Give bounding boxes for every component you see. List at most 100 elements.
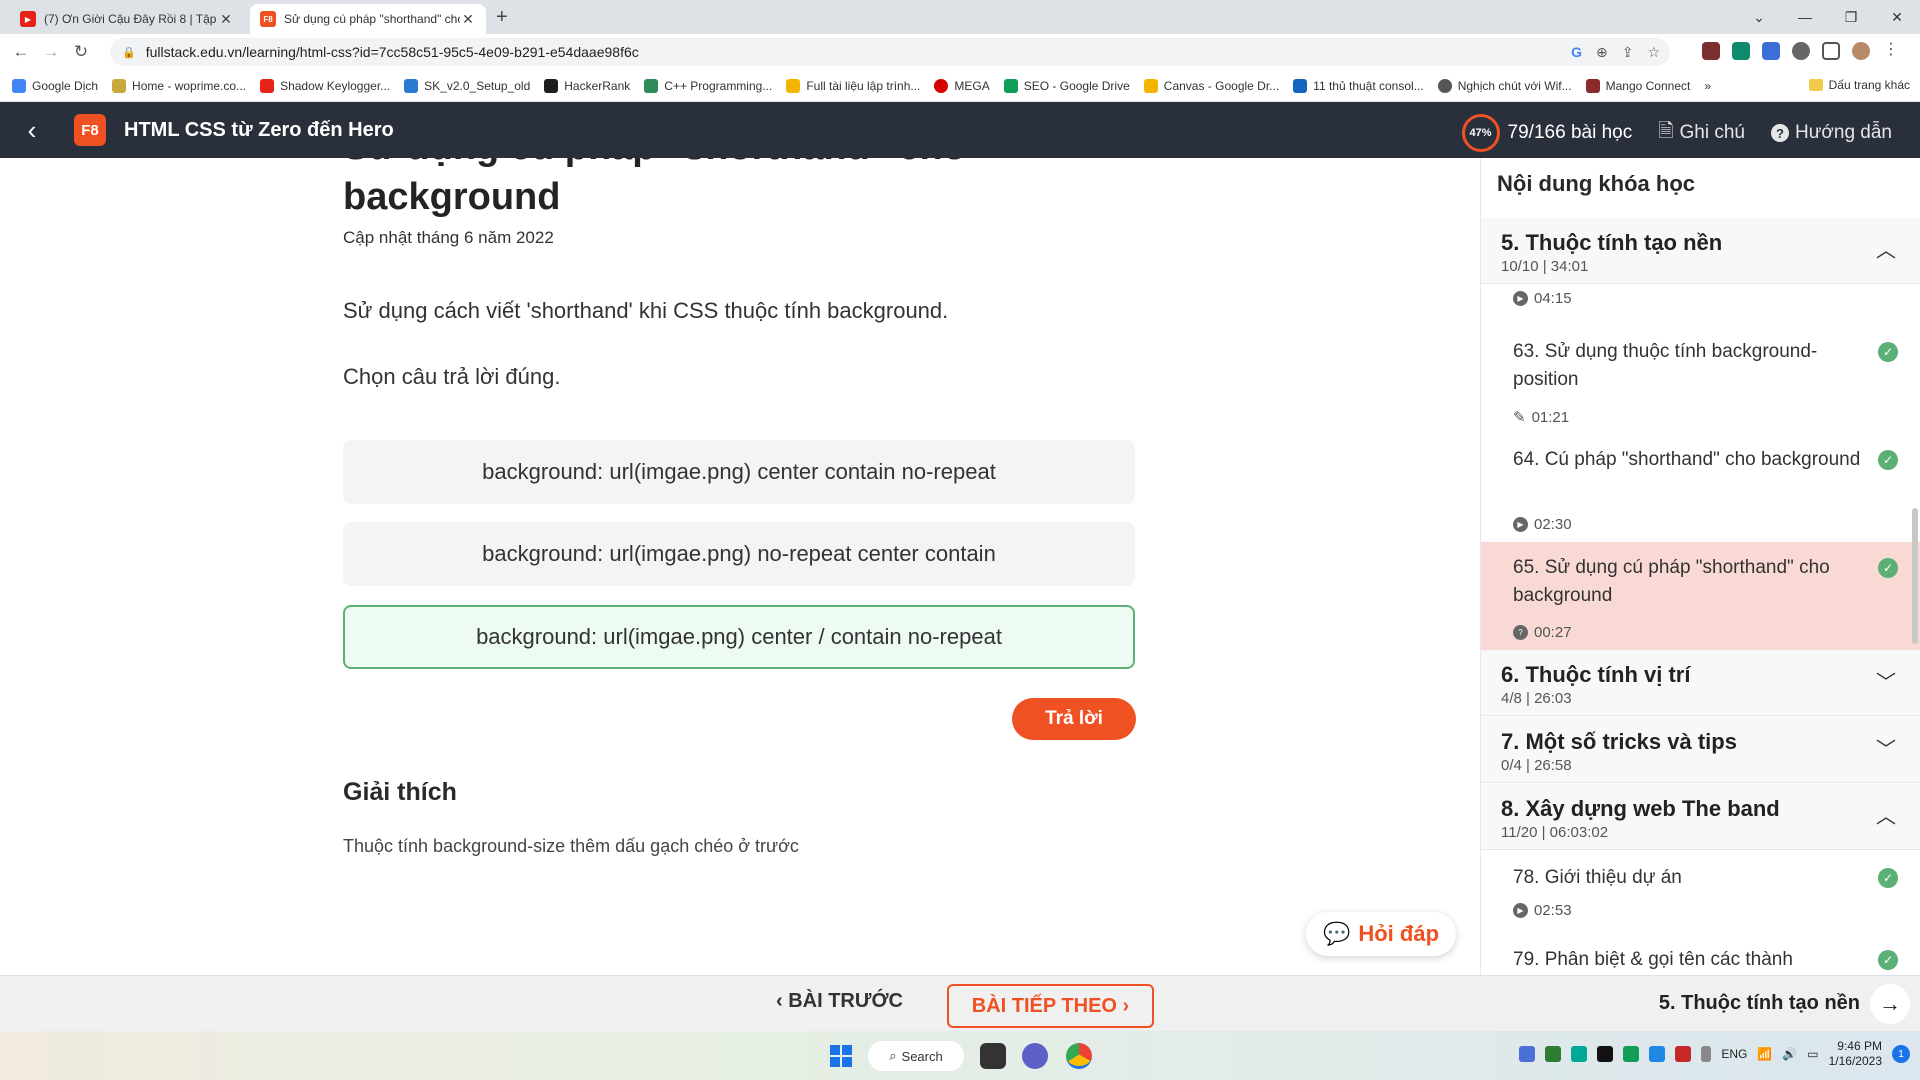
translate-icon [12,78,26,93]
bookmarks-more[interactable]: » [1704,79,1711,93]
address-bar[interactable]: 🔒 fullstack.edu.vn/learning/html-css?id=… [110,38,1670,66]
lesson-item-79[interactable]: 79. Phân biệt & gọi tên các thành ✓ [1481,934,1920,975]
bookmark-item[interactable]: Full tài liệu lập trình... [786,78,920,93]
mango-icon [1585,78,1600,93]
shield-extension-icon[interactable] [1762,42,1780,60]
bookmark-item[interactable]: 11 thủ thuật consol... [1293,78,1424,93]
tab-title: Sử dụng cú pháp "shorthand" cho [284,12,460,26]
next-lesson-button[interactable]: BÀI TIẾP THEO › [947,984,1154,1028]
puzzle-icon[interactable] [1792,42,1810,60]
avatar[interactable] [1852,42,1870,60]
new-tab-icon[interactable]: + [496,6,508,29]
youtube-icon: ▶ [20,11,36,27]
prev-lesson-button[interactable]: ‹ BÀI TRƯỚC [776,990,903,1013]
tray-app-icon[interactable] [1571,1046,1588,1062]
sidepanel-icon[interactable] [1822,42,1840,60]
restore-icon[interactable]: ❐ [1828,0,1874,34]
bookmark-item[interactable]: SK_v2.0_Setup_old [404,78,530,93]
chevron-up-icon[interactable] [1701,1046,1712,1062]
wifi-icon[interactable]: 📶 [1757,1047,1772,1061]
current-section-label: 5. Thuộc tính tạo nền [1658,992,1860,1014]
close-window-icon[interactable]: ✕ [1874,0,1920,34]
taskbar: ⌕ Search ENG 📶 🔊 ▭ 9:46 PM 1/16/2023 1 [0,1031,1920,1080]
hackerrank-icon [544,78,559,93]
lesson-item-prev[interactable]: ▶ 04:15 [1481,284,1920,310]
tray-app-icon[interactable] [1519,1046,1536,1062]
bookmark-item[interactable]: MEGA [934,78,990,93]
taskbar-search[interactable]: ⌕ Search [868,1041,964,1071]
minimize-icon[interactable]: — [1782,0,1828,34]
answer-option-2[interactable]: background: url(imgae.png) no-repeat cen… [343,522,1135,586]
forward-arrow-icon[interactable]: → [36,42,66,62]
tab-search-icon[interactable]: ⌄ [1736,0,1782,34]
drive-icon [786,78,801,93]
lesson-item-63[interactable]: 63. Sử dụng thuộc tính background-positi… [1481,326,1920,434]
bookmark-item[interactable]: Google Dịch [12,78,98,93]
lesson-item-65-active[interactable]: 65. Sử dụng cú pháp "shorthand" cho back… [1481,542,1920,650]
check-icon: ✓ [1878,342,1898,362]
bookmark-item[interactable]: Shadow Keylogger... [260,78,390,93]
tray-app-icon[interactable] [1597,1046,1614,1062]
language-indicator[interactable]: ENG [1721,1047,1747,1061]
bookmark-item[interactable]: Nghịch chút với Wif... [1437,78,1572,93]
menu-dots-icon[interactable]: ⋮ [1882,42,1900,60]
sidebar-scrollbar[interactable] [1912,508,1918,644]
answer-option-3-selected[interactable]: background: url(imgae.png) center / cont… [343,605,1135,669]
tab-current[interactable]: F8 Sử dụng cú pháp "shorthand" cho ✕ [250,4,486,34]
tray-app-icon[interactable] [1545,1046,1562,1062]
section-5[interactable]: 5. Thuộc tính tạo nền 10/10 | 34:01 ︿ [1481,218,1920,284]
f8-logo[interactable]: F8 [74,114,106,146]
task-view-icon[interactable] [980,1043,1006,1069]
guide-button[interactable]: ? Hướng dẫn [1770,122,1892,144]
close-tab-icon[interactable]: ✕ [460,11,476,28]
question-description: Sử dụng cách viết 'shorthand' khi CSS th… [343,298,949,323]
qa-button[interactable]: 💬 Hỏi đáp [1306,912,1456,956]
share-icon[interactable]: ⇪ [1622,44,1634,61]
lesson-item-78[interactable]: 78. Giới thiệu dự án ✓ ▶ 02:53 [1481,852,1920,932]
notes-button[interactable]: 🗎 Ghi chú [1658,117,1745,149]
section-7[interactable]: 7. Một số tricks và tips 0/4 | 26:58 ﹀ [1481,717,1920,783]
answer-option-1[interactable]: background: url(imgae.png) center contai… [343,440,1135,504]
calendar-extension-icon[interactable] [1702,42,1720,60]
bookmark-item[interactable]: Canvas - Google Dr... [1143,78,1279,93]
other-bookmarks[interactable]: Dấu trang khác [1808,78,1910,92]
progress-ring: 47% [1461,114,1500,152]
google-icon[interactable]: G [1571,44,1582,61]
chrome-icon[interactable] [1066,1043,1092,1069]
explanation-text: Thuộc tính background-size thêm dấu gạch… [343,836,799,856]
grammar-extension-icon[interactable] [1732,42,1750,60]
windows-start-icon[interactable] [830,1045,852,1067]
play-icon: ▶ [1513,903,1528,918]
submit-answer-button[interactable]: Trả lời [1012,698,1136,740]
reload-icon[interactable]: ↻ [66,42,96,62]
course-sidebar: Nội dung khóa học 5. Thuộc tính tạo nền … [1481,158,1920,975]
question-prompt: Chọn câu trả lời đúng. [343,364,561,389]
tray-app-icon[interactable] [1649,1046,1666,1062]
lesson-content: Sử dụng cú pháp "shorthand" cho backgrou… [0,158,1480,975]
zoom-icon[interactable]: ⊕ [1596,44,1608,61]
close-tab-icon[interactable]: ✕ [218,11,234,28]
question-icon: ? [1513,625,1528,640]
section-8[interactable]: 8. Xây dựng web The band 11/20 | 06:03:0… [1481,784,1920,850]
teams-icon[interactable] [1022,1043,1048,1069]
tray-app-icon[interactable] [1675,1046,1692,1062]
bookmark-item[interactable]: SEO - Google Drive [1003,78,1130,93]
tray-app-icon[interactable] [1623,1046,1640,1062]
bookmark-item[interactable]: Mango Connect [1585,78,1690,93]
bookmark-item[interactable]: C++ Programming... [644,78,772,93]
clock[interactable]: 9:46 PM 1/16/2023 [1829,1039,1882,1069]
star-icon[interactable]: ☆ [1647,44,1660,61]
toggle-sidebar-arrow-icon[interactable]: → [1870,984,1910,1024]
notification-badge[interactable]: 1 [1892,1045,1910,1063]
back-chevron-icon[interactable]: ‹ [0,115,64,146]
chevron-right-icon: › [1117,994,1130,1017]
bookmark-item[interactable]: HackerRank [544,78,630,93]
section-6[interactable]: 6. Thuộc tính vị trí 4/8 | 26:03 ﹀ [1481,650,1920,716]
bookmark-item[interactable]: Home - woprime.co... [112,78,246,93]
tab-youtube[interactable]: ▶ (7) Ơn Giời Cậu Đây Rồi 8 | Tập 1 ✕ [10,4,244,34]
volume-icon[interactable]: 🔊 [1782,1047,1797,1061]
play-icon: ▶ [1513,517,1528,532]
back-arrow-icon[interactable]: ← [6,42,36,62]
battery-icon[interactable]: ▭ [1807,1047,1818,1061]
lesson-item-64[interactable]: 64. Cú pháp "shorthand" cho background ✓… [1481,434,1920,542]
